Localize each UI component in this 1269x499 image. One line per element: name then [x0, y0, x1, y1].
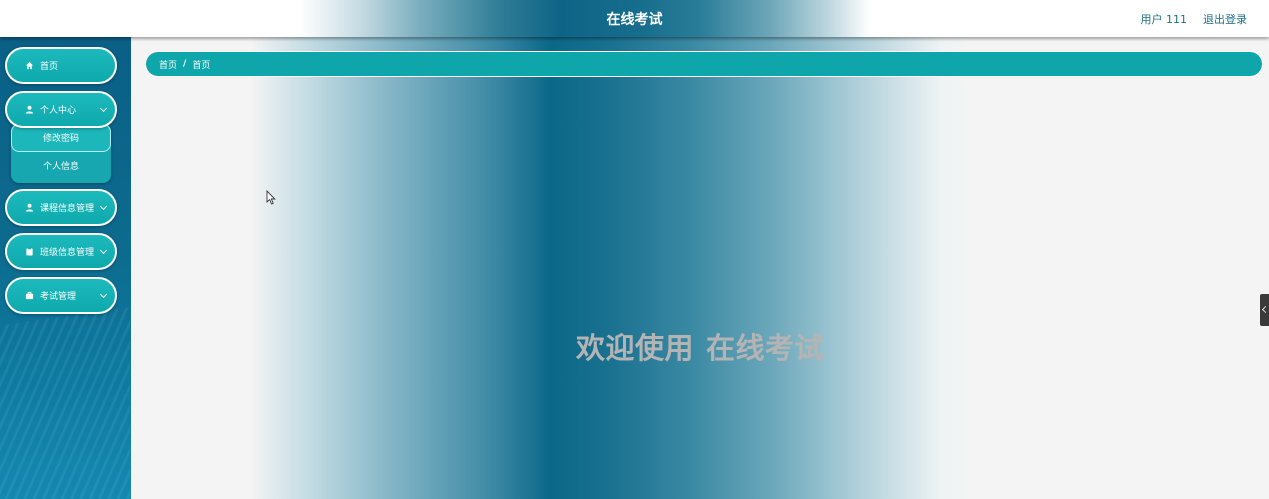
welcome-message: 欢迎使用 在线考试: [131, 325, 1269, 367]
user-icon: [24, 105, 34, 115]
main-content: 首页 / 首页 欢迎使用 在线考试: [131, 37, 1269, 499]
personal-center-submenu: 修改密码 个人信息: [11, 123, 111, 183]
chevron-down-icon: [99, 290, 108, 299]
top-bar: 在线考试 用户 111 退出登录: [0, 0, 1269, 37]
submenu-item-change-password[interactable]: 修改密码: [11, 124, 111, 152]
welcome-prefix: 欢迎使用: [575, 331, 694, 365]
user-icon: [24, 203, 34, 213]
briefcase-icon: [24, 291, 34, 301]
home-icon: [24, 61, 34, 71]
sidebar-item-label: 课程信息管理: [40, 204, 95, 214]
sidebar-item-label: 考试管理: [40, 292, 77, 302]
chevron-down-icon: [99, 104, 108, 113]
app-title: 在线考试: [606, 12, 663, 28]
sidebar-item-label: 班级信息管理: [40, 248, 95, 258]
sidebar-item-class-management[interactable]: 班级信息管理: [5, 233, 117, 270]
submenu-item-personal-info[interactable]: 个人信息: [11, 153, 111, 181]
sidebar: 首页 个人中心 修改密码 个人信息 课程信息管理 班级信息管理 考试管理: [0, 37, 131, 499]
sidebar-item-label: 首页: [40, 62, 59, 72]
sidebar-item-personal-center[interactable]: 个人中心: [5, 91, 117, 128]
sidebar-item-label: 个人中心: [40, 106, 77, 116]
chevron-down-icon: [99, 202, 108, 211]
breadcrumb-item-home[interactable]: 首页: [159, 58, 177, 71]
username-label: 用户 111: [1140, 13, 1188, 26]
mouse-cursor-icon: [266, 189, 276, 205]
breadcrumb-separator: /: [183, 59, 187, 69]
sidebar-item-exam-management[interactable]: 考试管理: [5, 277, 117, 314]
logout-link[interactable]: 退出登录: [1203, 11, 1247, 27]
sidebar-item-course-management[interactable]: 课程信息管理: [5, 189, 117, 226]
clipboard-icon: [24, 247, 34, 257]
collapse-handle[interactable]: [1260, 294, 1269, 326]
breadcrumb-item-current: 首页: [192, 60, 211, 71]
user-area: 用户 111 退出登录: [1141, 11, 1248, 27]
breadcrumb: 首页 / 首页: [146, 52, 1262, 76]
sidebar-item-home[interactable]: 首页: [5, 47, 117, 84]
welcome-app-name: 在线考试: [706, 331, 825, 365]
chevron-down-icon: [99, 246, 108, 255]
